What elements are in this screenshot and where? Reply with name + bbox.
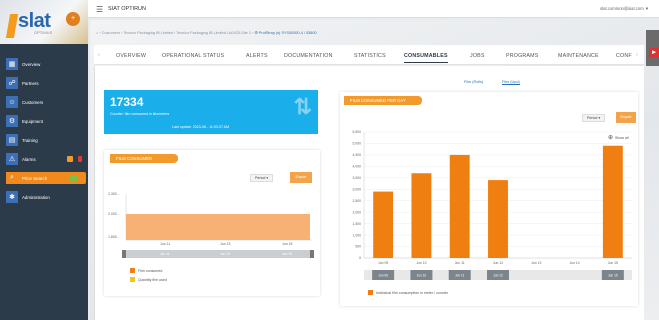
breadcrumb: ⌂ › Customers › Tecnico Packaging IB Lim… [96, 30, 636, 35]
sidebar-item-label: Training [22, 137, 38, 143]
tab-alerts[interactable]: ALERTS [246, 53, 268, 59]
sidebar-item-price-search[interactable]: ⌕ Price Search [6, 172, 86, 184]
breadcrumb-current[interactable]: ⚙ ProfStrap (s) SYS00000-4 / 53800 [254, 31, 316, 35]
tab-jobs[interactable]: JOBS [470, 53, 485, 59]
warning-icon: ⚠ [6, 153, 18, 165]
sidebar-item-partners[interactable]: ☍ Partners [6, 77, 86, 89]
tab-programs[interactable]: PROGRAMS [506, 53, 539, 59]
tab-scroll-right-icon[interactable]: › [636, 52, 638, 58]
sidebar-item-label: Alarms [22, 156, 36, 162]
alarms-badge-secondary [67, 156, 73, 162]
price-search-badge [70, 175, 78, 181]
sidebar: slat OPTIMUS + ▦ Overview ☍ Partners ☺ C… [0, 0, 88, 320]
sidebar-item-label: Customers [22, 99, 44, 105]
tab-scroll-left-icon[interactable]: ‹ [98, 52, 100, 58]
tab-consumables[interactable]: CONSUMABLES [404, 53, 448, 63]
sidebar-item-label: Overview [22, 61, 41, 67]
tab-overview[interactable]: OVERVIEW [116, 53, 146, 59]
dashboard-icon: ▦ [6, 58, 18, 70]
close-icon[interactable]: ▸ [649, 48, 659, 58]
logo-subtext: OPTIMUS [34, 30, 53, 35]
settings-icon: ✱ [6, 191, 18, 203]
breadcrumb-path[interactable]: ⌂ › Customers › Tecnico Packaging IB Lim… [96, 31, 253, 35]
users-icon: ☺ [6, 96, 18, 108]
tab-statistics[interactable]: STATISTICS [354, 53, 386, 59]
logo-badge-icon: + [66, 12, 80, 26]
sidebar-item-customers[interactable]: ☺ Customers [6, 96, 86, 108]
sidebar-item-label: Equipment [22, 118, 43, 124]
logo[interactable]: slat OPTIMUS + [0, 0, 88, 44]
sidebar-item-label: Administration [22, 194, 50, 200]
tab-documentation[interactable]: DOCUMENTATION [284, 53, 333, 59]
tab-operational-status[interactable]: OPERATIONAL STATUS [162, 53, 224, 59]
sidebar-item-alarms[interactable]: ⚠ Alarms [6, 153, 86, 165]
hamburger-menu-icon[interactable]: ☰ [96, 5, 103, 14]
tab-conf[interactable]: CONF [616, 53, 632, 59]
sidebar-item-label: Partners [22, 80, 39, 86]
alarms-badge [78, 156, 82, 162]
sidebar-nav: ▦ Overview ☍ Partners ☺ Customers ⚙ Equi… [6, 58, 86, 210]
sidebar-item-overview[interactable]: ▦ Overview [6, 58, 86, 70]
app-title: SIAT OPTIRUN [108, 6, 146, 12]
search-icon: ⌕ [6, 172, 18, 184]
content-border [94, 66, 644, 320]
tab-bar: ‹ OVERVIEW OPERATIONAL STATUS ALERTS DOC… [94, 45, 644, 65]
tab-maintenance[interactable]: MAINTENANCE [558, 53, 599, 59]
sidebar-item-label: Price Search [22, 175, 48, 181]
top-bar: ☰ SIAT OPTIRUN slat.common@siat.com ▼ [88, 0, 659, 18]
sidebar-item-training[interactable]: ▤ Training [6, 134, 86, 146]
book-icon: ▤ [6, 134, 18, 146]
sidebar-item-administration[interactable]: ✱ Administration [6, 191, 86, 203]
logo-mark [5, 14, 19, 38]
sidebar-item-equipment[interactable]: ⚙ Equipment [6, 115, 86, 127]
handshake-icon: ☍ [6, 77, 18, 89]
user-menu[interactable]: slat.common@siat.com ▼ [600, 6, 649, 11]
gear-icon: ⚙ [6, 115, 18, 127]
